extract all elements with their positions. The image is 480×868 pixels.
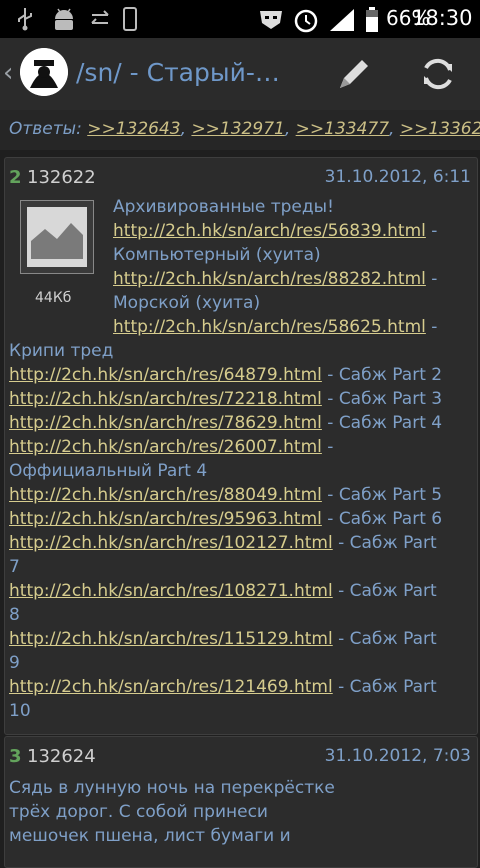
edit-icon[interactable] [330,50,378,98]
link-suffix: - Сабж Part 5 [321,485,443,505]
post-link-line: http://2ch.hk/sn/arch/res/88049.html - С… [9,483,442,507]
archive-link[interactable]: http://2ch.hk/sn/arch/res/72218.html [9,389,322,409]
post-text-line: трёх дорог. С собой принеси [9,802,268,822]
post-link-line: http://2ch.hk/sn/arch/res/95963.html - С… [9,507,442,531]
data-transfer-icon [91,10,109,24]
post-text-line: Компьютерный (хуита) [113,245,321,265]
mask-icon [260,11,282,29]
replies-line: Ответы: >>132643, >>132971, >>133477, >>… [9,119,480,139]
post-link-line: http://2ch.hk/sn/arch/res/102127.html - … [9,531,442,555]
thumbnail-size: 44Кб [35,290,72,306]
usb-icon [18,8,32,31]
archive-link[interactable]: http://2ch.hk/sn/arch/res/121469.html [9,677,333,697]
replies-bar: Ответы: >>132643, >>132971, >>133477, >>… [0,110,480,150]
post-id[interactable]: 132622 [27,167,96,188]
post-text-line: Морской (хуита) [113,293,261,313]
post-number: 3 [9,746,22,767]
phone-icon [123,7,137,31]
archive-link[interactable]: http://2ch.hk/sn/arch/res/108271.html [9,581,333,601]
post-link-line: http://2ch.hk/sn/arch/res/121469.html - … [9,675,442,699]
replies-label: Ответы: [9,119,82,139]
post-text-line: 7 [9,557,20,577]
reply-link[interactable]: >>133477 [296,119,389,139]
post-link-line: http://2ch.hk/sn/arch/res/108271.html - … [9,579,442,603]
board-title[interactable]: /sn/ - Старый-… [76,58,280,87]
archive-link[interactable]: http://2ch.hk/sn/arch/res/102127.html [9,533,333,553]
link-suffix: - Сабж Part 6 [321,509,443,529]
link-suffix: - Сабж Part [332,581,437,601]
refresh-icon[interactable] [414,50,462,98]
alarm-icon [294,9,318,33]
post-body-side: Архивированные треды! http://2ch.hk/sn/a… [113,195,437,339]
clock: 18:30 [412,6,473,30]
archive-link[interactable]: http://2ch.hk/sn/arch/res/88282.html [113,269,426,289]
archive-link[interactable]: http://2ch.hk/sn/arch/res/95963.html [9,509,322,529]
post-link-line: http://2ch.hk/sn/arch/res/56839.html - [113,219,437,243]
post-id[interactable]: 132624 [27,746,96,767]
post-card: 2 132622 31.10.2012, 6:11 44Кб Архивиров… [4,157,478,735]
post-link-line: http://2ch.hk/sn/arch/res/72218.html - С… [9,387,442,411]
post-card: 3 132624 31.10.2012, 7:03 Сядь в лунную … [4,736,478,868]
archive-link[interactable]: http://2ch.hk/sn/arch/res/58625.html [113,317,426,337]
archive-link[interactable]: http://2ch.hk/sn/arch/res/88049.html [9,485,322,505]
board-avatar[interactable] [20,48,68,96]
post-link-line: http://2ch.hk/sn/arch/res/58625.html - [113,315,437,339]
reply-link[interactable]: >>132643 [87,119,180,139]
android-debug-icon [55,8,73,30]
post-link-line: http://2ch.hk/sn/arch/res/26007.html - [9,435,442,459]
image-placeholder-icon [27,207,87,267]
post-text-line: 9 [9,653,20,673]
post-link-line: http://2ch.hk/sn/arch/res/64879.html - С… [9,363,442,387]
action-bar: ‹ /sn/ - Старый-… [0,38,480,111]
post-text-line: Крипи тред [9,341,114,361]
reply-link[interactable]: >>132971 [191,119,284,139]
post-text-line: 8 [9,605,20,625]
post-text-line: 10 [9,701,31,721]
post-date: 31.10.2012, 7:03 [324,746,471,766]
link-suffix: - Сабж Part [332,533,437,553]
post-text-line: Архивированные треды! [113,197,334,217]
link-suffix: - Сабж Part [332,677,437,697]
post-text-line: Оффициальный Part 4 [9,461,208,481]
post-body-full: Крипи тред http://2ch.hk/sn/arch/res/648… [9,339,442,723]
post-number: 2 [9,167,22,188]
archive-link[interactable]: http://2ch.hk/sn/arch/res/26007.html [9,437,322,457]
link-suffix: - [425,221,438,241]
link-suffix: - Сабж Part [332,629,437,649]
post-link-line: http://2ch.hk/sn/arch/res/78629.html - С… [9,411,442,435]
link-suffix: - Сабж Part 3 [321,389,443,409]
status-bar: 66% 18:30 [0,0,480,38]
link-suffix: - Сабж Part 4 [321,413,443,433]
post-text-line: мешочек пшена, лист бумаги и [9,826,291,846]
link-suffix: - [321,437,334,457]
reply-link[interactable]: >>133627 [400,119,480,139]
post-text-line: Сядь в лунную ночь на перекрёстке [9,778,335,798]
link-suffix: - Сабж Part 2 [321,365,443,385]
archive-link[interactable]: http://2ch.hk/sn/arch/res/78629.html [9,413,322,433]
signal-icon [330,9,354,31]
post-link-line: http://2ch.hk/sn/arch/res/115129.html - … [9,627,442,651]
archive-link[interactable]: http://2ch.hk/sn/arch/res/56839.html [113,221,426,241]
post-body-full: Сядь в лунную ночь на перекрёстке трёх д… [9,776,335,848]
link-suffix: - [425,269,438,289]
archive-link[interactable]: http://2ch.hk/sn/arch/res/115129.html [9,629,333,649]
chevron-left-icon[interactable]: ‹ [3,60,13,86]
battery-icon [366,7,378,32]
post-date: 31.10.2012, 6:11 [324,167,471,187]
post-link-line: http://2ch.hk/sn/arch/res/88282.html - [113,267,437,291]
archive-link[interactable]: http://2ch.hk/sn/arch/res/64879.html [9,365,322,385]
link-suffix: - [425,317,438,337]
post-thumbnail[interactable] [20,200,94,274]
